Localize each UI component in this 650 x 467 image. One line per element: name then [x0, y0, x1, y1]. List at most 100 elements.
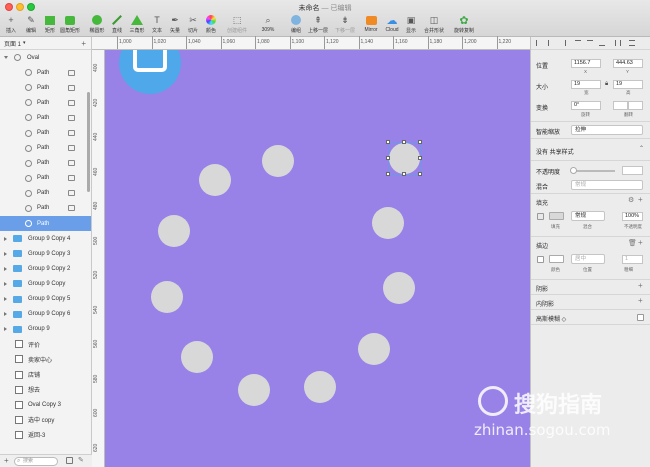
layer-row[interactable]: Group 9 Copy — [0, 276, 91, 291]
boolean-union-icon[interactable] — [68, 175, 75, 182]
toolbar-rect-button[interactable]: 矩形 — [42, 14, 58, 36]
layer-row[interactable]: 卖家中心 — [0, 352, 91, 367]
resize-handle[interactable] — [386, 140, 390, 144]
fill-checkbox[interactable] — [537, 213, 544, 220]
disclosure-closed-icon[interactable] — [4, 281, 7, 286]
disclosure-closed-icon[interactable] — [4, 266, 7, 271]
layer-row[interactable]: Path — [0, 186, 91, 201]
resize-handle[interactable] — [386, 156, 390, 160]
opacity-field[interactable] — [622, 166, 643, 175]
toolbar-slice-button[interactable]: ✂ 切片 — [185, 14, 201, 36]
layer-row[interactable]: Path — [0, 80, 91, 95]
spinner-dot[interactable] — [181, 341, 213, 373]
y-field[interactable]: 444.63 — [613, 59, 643, 68]
flip-horizontal-button[interactable] — [613, 101, 628, 110]
horizontal-ruler[interactable]: 1,000 1,020 1,040 1,060 1,080 1,100 1,120 1,140… — [92, 36, 530, 50]
layer-row[interactable]: Group 9 Copy 3 — [0, 246, 91, 261]
toolbar-triangle-button[interactable]: 三角形 — [129, 14, 145, 36]
boolean-union-icon[interactable] — [68, 114, 75, 121]
toolbar-mirror-button[interactable]: Mirror — [363, 14, 379, 36]
layer-row[interactable]: Path — [0, 156, 91, 171]
resize-handle[interactable] — [402, 172, 406, 176]
fill-opacity-field[interactable]: 100% — [622, 212, 643, 221]
layer-row[interactable]: 想去 — [0, 382, 91, 397]
opacity-slider-knob[interactable] — [570, 167, 577, 174]
toolbar-rotate-button[interactable]: ✿ 旋转复制 — [454, 14, 474, 36]
spinner-dot[interactable] — [262, 145, 294, 177]
spinner-dot[interactable] — [151, 281, 183, 313]
resize-handle[interactable] — [402, 140, 406, 144]
layer-row[interactable]: Group 9 Copy 6 — [0, 307, 91, 322]
toolbar-display-button[interactable]: ▣ 显示 — [403, 14, 419, 36]
add-inner-shadow-icon[interactable]: + — [638, 296, 643, 305]
layer-row[interactable]: Group 9 Copy 4 — [0, 231, 91, 246]
layer-row[interactable]: Path — [0, 95, 91, 110]
toolbar-oval-button[interactable]: 椭圆形 — [89, 14, 105, 36]
add-page-icon[interactable]: + — [81, 39, 86, 48]
resizing-select[interactable]: 拉伸 — [571, 125, 643, 135]
align-bottom-icon[interactable] — [599, 40, 605, 46]
boolean-union-icon[interactable] — [68, 99, 75, 106]
boolean-union-icon[interactable] — [68, 84, 75, 91]
flip-vertical-button[interactable] — [628, 101, 643, 110]
toolbar-color-button[interactable]: 颜色 — [203, 14, 219, 36]
layer-row[interactable]: 评价 — [0, 337, 91, 352]
layer-row[interactable]: Group 9 — [0, 322, 91, 337]
page-selector[interactable]: 页面 1 ▾ + — [0, 37, 91, 50]
resize-handle[interactable] — [386, 172, 390, 176]
blur-section[interactable]: 高斯模糊 ◇ — [531, 310, 650, 325]
canvas[interactable] — [105, 50, 530, 467]
toolbar-cloud-button[interactable]: ☁ Cloud — [384, 14, 400, 36]
toolbar-text-button[interactable]: T 文本 — [149, 14, 165, 36]
disclosure-closed-icon[interactable] — [4, 297, 7, 302]
spinner-dot[interactable] — [383, 272, 415, 304]
trash-icon[interactable]: 🗑︎ — [628, 239, 637, 247]
spinner-dot[interactable] — [372, 207, 404, 239]
layer-row[interactable]: 店铺 — [0, 367, 91, 382]
layer-row[interactable]: 返回-3 — [0, 427, 91, 442]
layer-row[interactable]: Path — [0, 110, 91, 125]
gear-icon[interactable]: ⚙ — [628, 196, 634, 204]
resize-handle[interactable] — [418, 172, 422, 176]
boolean-union-icon[interactable] — [68, 69, 75, 76]
disclosure-closed-icon[interactable] — [4, 236, 7, 241]
align-right-icon[interactable] — [560, 40, 566, 46]
toolbar-rounded-button[interactable]: 圆角矩形 — [60, 14, 80, 36]
inner-shadow-section[interactable]: 内阴影 + — [531, 295, 650, 310]
export-icon[interactable] — [66, 457, 73, 464]
layer-search-input[interactable]: ⌕ 搜索 — [14, 457, 58, 466]
spinner-dot[interactable] — [304, 371, 336, 403]
align-center-icon[interactable] — [548, 40, 554, 46]
border-width-field[interactable]: 1 — [622, 255, 643, 264]
add-border-icon[interactable]: + — [638, 238, 643, 247]
disclosure-closed-icon[interactable] — [4, 312, 7, 317]
shadow-section[interactable]: 阴影 + — [531, 280, 650, 295]
border-color-swatch[interactable] — [549, 255, 564, 263]
spinner-dot[interactable] — [158, 215, 190, 247]
disclosure-closed-icon[interactable] — [4, 327, 7, 332]
border-position-select[interactable]: 居中 — [571, 254, 605, 264]
layer-row[interactable]: 选中 copy — [0, 412, 91, 427]
layer-row[interactable]: Path — [0, 125, 91, 140]
selected-spinner-dot[interactable] — [389, 143, 420, 174]
spinner-dot[interactable] — [238, 374, 270, 406]
toolbar-vector-button[interactable]: ✒ 矢量 — [167, 14, 183, 36]
toolbar-backward-button[interactable]: ⇟ 下移一层 — [335, 14, 355, 36]
toolbar-zoom-button[interactable]: ⌕ 309% — [260, 14, 276, 36]
disclosure-closed-icon[interactable] — [4, 251, 7, 256]
layer-row[interactable]: Path — [0, 65, 91, 80]
border-checkbox[interactable] — [537, 256, 544, 263]
edit-icon[interactable]: ✎ — [78, 456, 84, 464]
add-icon[interactable]: + — [4, 456, 9, 465]
layer-row[interactable]: Path — [0, 171, 91, 186]
toolbar-symbol-button[interactable]: ⬚ 创建组件 — [227, 14, 247, 36]
boolean-union-icon[interactable] — [68, 205, 75, 212]
add-fill-icon[interactable]: + — [638, 195, 643, 204]
distribute-v-icon[interactable] — [629, 40, 635, 46]
resize-handle[interactable] — [418, 156, 422, 160]
toolbar-line-button[interactable]: 直线 — [109, 14, 125, 36]
align-left-icon[interactable] — [536, 40, 542, 46]
x-field[interactable]: 1156.7 — [571, 59, 601, 68]
blur-checkbox[interactable] — [637, 314, 644, 321]
toolbar-group-button[interactable]: 编组 — [288, 14, 304, 36]
